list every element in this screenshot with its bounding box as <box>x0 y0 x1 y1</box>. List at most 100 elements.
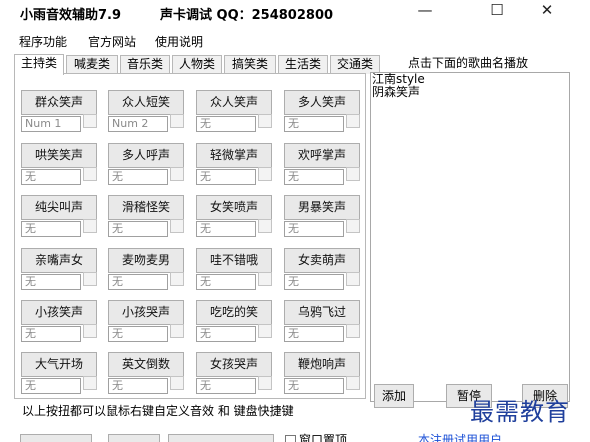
sound-button[interactable]: 女笑喷声 <box>196 195 272 220</box>
minimize-icon[interactable]: — <box>402 0 448 22</box>
qq-subtitle: 声卡调试 QQ：254802800 <box>160 8 334 23</box>
sound-button[interactable]: 多人笑声 <box>284 90 360 115</box>
sound-button[interactable]: 乌鸦飞过 <box>284 300 360 325</box>
hotkey-field[interactable]: 无 <box>284 169 344 185</box>
hotkey-toggle[interactable] <box>258 376 272 390</box>
hotkey-field[interactable]: 无 <box>108 378 168 394</box>
hotkey-field[interactable]: 无 <box>196 378 256 394</box>
hotkey-toggle[interactable] <box>346 219 360 233</box>
hotkey-field[interactable]: 无 <box>21 169 81 185</box>
hotkey-toggle[interactable] <box>170 376 184 390</box>
hotkey-toggle[interactable] <box>170 324 184 338</box>
hotkey-toggle[interactable] <box>346 324 360 338</box>
hotkey-toggle[interactable] <box>170 167 184 181</box>
hotkey-field[interactable]: Num 1 <box>21 116 81 132</box>
hotkey-field[interactable]: 无 <box>284 274 344 290</box>
sound-button[interactable]: 亲嘴声女 <box>21 248 97 273</box>
hotkey-toggle[interactable] <box>83 114 97 128</box>
sound-button[interactable]: 哄笑笑声 <box>21 143 97 168</box>
hotkey-field[interactable]: 无 <box>284 378 344 394</box>
hotkey-toggle[interactable] <box>83 376 97 390</box>
tab-host[interactable]: 主持类 <box>14 54 64 75</box>
sound-button[interactable]: 欢呼掌声 <box>284 143 360 168</box>
bottom-button[interactable] <box>108 434 160 442</box>
hotkey-field[interactable]: 无 <box>284 326 344 342</box>
hotkey-field[interactable]: 无 <box>284 116 344 132</box>
tab-shout[interactable]: 喊麦类 <box>66 55 118 74</box>
sound-button[interactable]: 麦吻麦男 <box>108 248 184 273</box>
hotkey-toggle[interactable] <box>83 219 97 233</box>
hotkey-field[interactable]: 无 <box>21 378 81 394</box>
trial-user-link[interactable]: 本注册试用用户 <box>418 431 502 442</box>
hotkey-toggle[interactable] <box>346 272 360 286</box>
hotkey-toggle[interactable] <box>170 219 184 233</box>
customize-hint: 以上按扭都可以鼠标右键自定义音效 和 键盘快捷键 <box>22 404 294 418</box>
tab-life[interactable]: 生活类 <box>278 55 328 74</box>
hotkey-toggle[interactable] <box>258 324 272 338</box>
close-icon[interactable]: ✕ <box>524 0 570 22</box>
sound-button[interactable]: 小孩哭声 <box>108 300 184 325</box>
hotkey-field[interactable]: 无 <box>21 221 81 237</box>
sound-button[interactable]: 女卖萌声 <box>284 248 360 273</box>
hotkey-field[interactable]: 无 <box>21 326 81 342</box>
menu-usage-guide[interactable]: 使用说明 <box>155 33 203 50</box>
add-song-button[interactable]: 添加 <box>374 384 414 408</box>
sound-button[interactable]: 大气开场 <box>21 352 97 377</box>
watermark-text: 最需教育 <box>470 398 570 426</box>
sound-button[interactable]: 男暴笑声 <box>284 195 360 220</box>
sound-button[interactable]: 众人短笑 <box>108 90 184 115</box>
hotkey-toggle[interactable] <box>83 167 97 181</box>
sound-button-panel: 群众笑声 Num 1 众人短笑 Num 2 众人笑声无多人笑声无哄笑笑声无多人呼声无轻微… <box>14 73 366 399</box>
tab-music[interactable]: 音乐类 <box>120 55 170 74</box>
sound-button[interactable]: 小孩笑声 <box>21 300 97 325</box>
hotkey-toggle[interactable] <box>83 272 97 286</box>
song-item[interactable]: 阴森笑声 <box>371 86 569 99</box>
hotkey-toggle[interactable] <box>83 324 97 338</box>
sound-button[interactable]: 鞭炮响声 <box>284 352 360 377</box>
always-on-top-checkbox[interactable] <box>285 435 296 442</box>
hotkey-field[interactable]: 无 <box>108 274 168 290</box>
sound-button[interactable]: 滑稽怪笑 <box>108 195 184 220</box>
sound-button[interactable]: 多人呼声 <box>108 143 184 168</box>
hotkey-field[interactable]: 无 <box>21 274 81 290</box>
hotkey-field[interactable]: 无 <box>108 169 168 185</box>
sound-button[interactable]: 哇不错哦 <box>196 248 272 273</box>
hotkey-field[interactable]: 无 <box>196 221 256 237</box>
hotkey-toggle[interactable] <box>170 272 184 286</box>
always-on-top-label: 窗口置顶 <box>299 433 348 442</box>
sound-button[interactable]: 女孩哭声 <box>196 352 272 377</box>
hotkey-toggle[interactable] <box>170 114 184 128</box>
sound-button[interactable]: 众人笑声 <box>196 90 272 115</box>
hotkey-toggle[interactable] <box>346 114 360 128</box>
tab-funny[interactable]: 搞笑类 <box>224 55 276 74</box>
menu-program-functions[interactable]: 程序功能 <box>19 33 67 50</box>
hotkey-toggle[interactable] <box>258 167 272 181</box>
sound-button[interactable]: 英文倒数 <box>108 352 184 377</box>
bottom-toolbar: 窗口置顶 本注册试用用户 <box>0 428 590 442</box>
song-list[interactable]: 江南style 阴森笑声 <box>370 72 570 402</box>
hotkey-field[interactable]: 无 <box>196 169 256 185</box>
hotkey-field[interactable]: 无 <box>284 221 344 237</box>
bottom-button[interactable] <box>168 434 274 442</box>
sound-button[interactable]: 纯尖叫声 <box>21 195 97 220</box>
sound-button[interactable]: 群众笑声 <box>21 90 97 115</box>
hotkey-field[interactable]: 无 <box>196 116 256 132</box>
maximize-icon[interactable]: ☐ <box>474 0 520 22</box>
hotkey-field[interactable]: 无 <box>108 221 168 237</box>
hotkey-field[interactable]: 无 <box>108 326 168 342</box>
hotkey-field[interactable]: 无 <box>196 326 256 342</box>
title-bar: 小雨音效辅助7.9 声卡调试 QQ：254802800 — ☐ ✕ <box>0 0 590 28</box>
hotkey-field[interactable]: 无 <box>196 274 256 290</box>
bottom-button[interactable] <box>20 434 92 442</box>
menu-bar: 程序功能 官方网站 使用说明 <box>0 31 590 51</box>
tab-people[interactable]: 人物类 <box>172 55 222 74</box>
hotkey-toggle[interactable] <box>346 167 360 181</box>
hotkey-toggle[interactable] <box>258 272 272 286</box>
sound-button[interactable]: 吃吃的笑 <box>196 300 272 325</box>
hotkey-field[interactable]: Num 2 <box>108 116 168 132</box>
hotkey-toggle[interactable] <box>258 219 272 233</box>
hotkey-toggle[interactable] <box>258 114 272 128</box>
hotkey-toggle[interactable] <box>346 376 360 390</box>
sound-button[interactable]: 轻微掌声 <box>196 143 272 168</box>
menu-official-site[interactable]: 官方网站 <box>88 33 136 50</box>
